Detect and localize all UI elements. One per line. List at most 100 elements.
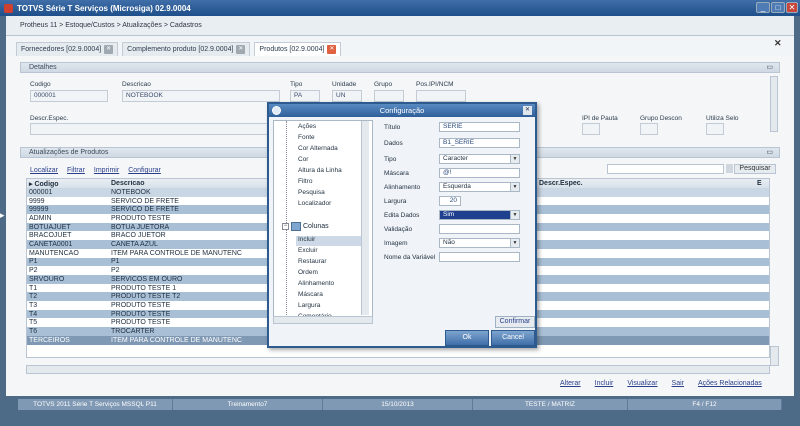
dados-field[interactable]: B1_SERIE (439, 138, 520, 148)
close-window-button[interactable]: ✕ (786, 2, 798, 13)
validacao-field[interactable] (439, 224, 520, 234)
expand-icon[interactable]: − (282, 223, 289, 230)
descricao-label: Descricao (122, 81, 151, 88)
titulo-label: Título (384, 124, 401, 131)
column-header-codigo[interactable]: ▸ Codigo (27, 180, 111, 188)
grid-horizontal-scrollbar[interactable] (26, 365, 770, 374)
tipo-select[interactable]: Caracter ▼ (439, 154, 520, 164)
acoes-relacionadas-button[interactable]: Ações Relacionadas (698, 380, 762, 387)
configuracao-dialog: Configuração ✕ − Colunas Ações Fonte Cor A… (267, 102, 537, 348)
dialog-close-icon[interactable]: ✕ (523, 106, 532, 115)
imagem-select[interactable]: Não ▼ (439, 238, 520, 248)
tree-subitem[interactable]: Máscara (298, 291, 323, 301)
descr-espec-field[interactable] (30, 123, 268, 135)
tree-item[interactable]: Ações (298, 123, 316, 133)
pos-ipi-field[interactable] (416, 90, 466, 102)
search-options-icon[interactable] (726, 164, 733, 173)
close-tab-icon[interactable]: ✕ (327, 45, 337, 54)
table-cell: ITEM PARA CONTROLE DE MANUTENC (111, 336, 242, 344)
search-input[interactable] (607, 164, 724, 174)
confirmar-button[interactable]: Confirmar (495, 316, 535, 328)
tab-label: Produtos [02.9.0004] (259, 46, 325, 53)
tree-item[interactable]: Filtro (298, 178, 312, 188)
dropdown-arrow-icon[interactable]: ▼ (510, 183, 519, 191)
details-header[interactable]: Detalhes ▭ (20, 62, 780, 73)
grupo-descon-field[interactable] (640, 123, 658, 135)
tree-item[interactable]: Altura da Linha (298, 167, 342, 177)
tab-produtos[interactable]: Produtos [02.9.0004] ✕ (254, 42, 342, 56)
codigo-label: Codigo (30, 81, 51, 88)
configurar-link[interactable]: Configurar (128, 167, 161, 174)
tree-folder-colunas[interactable]: − Colunas (282, 222, 329, 231)
tree-horizontal-scrollbar[interactable] (273, 316, 373, 324)
table-cell: PRODUTO TESTE 1 (111, 284, 177, 292)
pos-ipi-label: Pos.IPI/NCM (416, 81, 454, 88)
status-bar: TOTVS 2011 Série T Serviços MSSQL P11 Tr… (18, 399, 782, 410)
tree-item[interactable]: Pesquisa (298, 189, 325, 199)
tree-subitem[interactable]: Alinhamento (298, 280, 334, 290)
codigo-field[interactable]: 000001 (30, 90, 108, 102)
tab-complemento[interactable]: Complemento produto [02.9.0004] ✕ (122, 42, 251, 56)
table-cell: SERVICO DE FRETE (111, 206, 179, 214)
dropdown-arrow-icon[interactable]: ▼ (510, 155, 519, 163)
column-header-descricao[interactable]: Descricao (111, 180, 267, 187)
sair-button[interactable]: Sair (672, 380, 684, 387)
mascara-field[interactable]: @! (439, 168, 520, 178)
tree-item[interactable]: Localizador (298, 200, 331, 210)
tree-subitem[interactable]: Restaurar (298, 258, 327, 268)
nome-variavel-field[interactable] (439, 252, 520, 262)
folder-icon (291, 222, 301, 231)
largura-field[interactable]: 20 (439, 196, 461, 206)
dropdown-arrow-icon[interactable]: ▼ (510, 211, 519, 219)
tree-item[interactable]: Cor Alternada (298, 145, 338, 155)
unidade-field[interactable]: UN (332, 90, 362, 102)
tab-fornecedores[interactable]: Fornecedores [02.9.0004] ✕ (16, 42, 119, 56)
search-button[interactable]: Pesquisar (734, 164, 776, 174)
imprimir-link[interactable]: Imprimir (94, 167, 119, 174)
tree-item[interactable]: Cor (298, 156, 308, 166)
dropdown-arrow-icon[interactable]: ▼ (510, 239, 519, 247)
close-icon[interactable]: ✕ (774, 38, 782, 49)
tree-subitem[interactable]: Excluir (298, 247, 318, 257)
close-tab-icon[interactable]: ✕ (236, 45, 246, 54)
collapse-icon[interactable]: ▭ (766, 148, 773, 158)
grid-scrollbar[interactable] (770, 346, 779, 366)
ok-button[interactable]: Ok (445, 330, 489, 346)
tab-label: Fornecedores [02.9.0004] (21, 46, 102, 53)
collapse-icon[interactable]: ▭ (766, 63, 773, 73)
filtrar-link[interactable]: Filtrar (67, 167, 85, 174)
titulo-field[interactable]: SERIE (439, 122, 520, 132)
utiliza-selo-field[interactable] (706, 123, 724, 135)
close-tab-icon[interactable]: ✕ (104, 45, 114, 54)
tipo-field[interactable]: PA (290, 90, 320, 102)
minimize-button[interactable]: _ (756, 2, 770, 13)
localizar-link[interactable]: Localizar (30, 167, 58, 174)
config-tree[interactable]: − Colunas Ações Fonte Cor Alternada Cor Altu… (273, 120, 373, 324)
table-cell: SRVOURO (29, 275, 65, 283)
alterar-button[interactable]: Alterar (560, 380, 581, 387)
tree-subitem[interactable]: Incluir (296, 236, 366, 246)
incluir-button[interactable]: Incluir (595, 380, 614, 387)
tree-item[interactable]: Fonte (298, 134, 315, 144)
ipi-pauta-field[interactable] (582, 123, 600, 135)
grupo-field[interactable] (374, 90, 404, 102)
largura-label: Largura (384, 198, 407, 205)
column-header[interactable]: E (757, 180, 769, 187)
tree-subitem[interactable]: Largura (298, 302, 320, 312)
tree-scrollbar[interactable] (361, 121, 369, 315)
cancel-button[interactable]: Cancel (491, 330, 535, 346)
window-titlebar: TOTVS Série T Serviços (Microsiga) 02.9.… (0, 0, 800, 16)
edita-dados-select[interactable]: Sim ▼ (439, 210, 520, 220)
descricao-field[interactable]: NOTEBOOK (122, 90, 280, 102)
list-toolbar: Localizar Filtrar Imprimir Configurar (30, 167, 161, 174)
descr-espec-label: Descr.Espec. (30, 115, 69, 122)
details-scrollbar[interactable] (770, 76, 778, 132)
alinhamento-select[interactable]: Esquerda ▼ (439, 182, 520, 192)
tree-subitem[interactable]: Ordem (298, 269, 318, 279)
column-header-descr-espec[interactable]: Descr.Espec. (539, 180, 757, 187)
grupo-descon-label: Grupo Descon (640, 115, 682, 122)
visualizar-button[interactable]: Visualizar (627, 380, 657, 387)
maximize-button[interactable]: □ (771, 2, 785, 13)
collapse-arrow-icon[interactable]: ▸ (0, 210, 5, 221)
imagem-value: Não (443, 239, 455, 246)
